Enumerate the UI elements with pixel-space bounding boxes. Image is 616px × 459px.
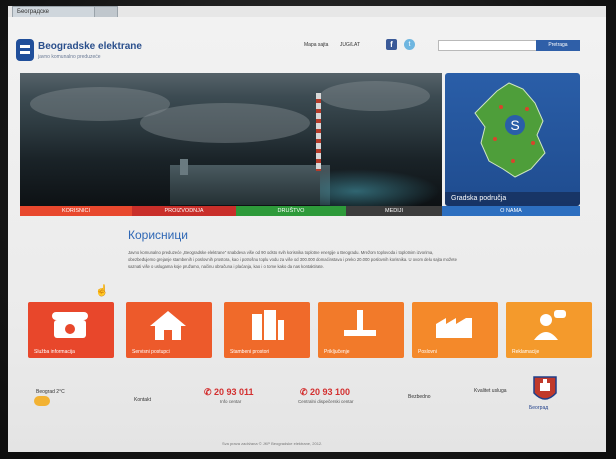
- page-title: Корисници: [128, 228, 188, 242]
- facebook-icon[interactable]: f: [386, 39, 397, 50]
- logo-subtitle: javno komunalno preduzeće: [38, 54, 101, 60]
- mouse-cursor-icon: ☝: [95, 285, 109, 297]
- tile-label: Reklamacije: [512, 349, 540, 355]
- phone-dispatch[interactable]: 20 93 100: [310, 387, 350, 397]
- phone-info-center-label: Info centar: [220, 399, 242, 404]
- service-tiles: Služba informacija Servisni postupci Sta…: [28, 302, 592, 358]
- map-caption: Gradska područja: [445, 192, 580, 206]
- tile-label: Servisni postupci: [132, 349, 170, 355]
- beograd-label: Београд: [529, 405, 549, 411]
- new-tab-button[interactable]: [94, 6, 118, 17]
- monitor-frame: Београдске Beogradske elektrane javno ko…: [0, 0, 616, 459]
- factory-icon: [436, 318, 472, 338]
- tile-label: Stambeni prostori: [230, 349, 270, 355]
- telephone-icon: [52, 312, 88, 338]
- main-nav: KORISNICI PROIZVODNJA DRUŠTVO MEDIJI O N…: [20, 206, 580, 216]
- phone-dispatch-label: Centralni dispečerski centar: [298, 399, 354, 404]
- svg-text:S: S: [510, 117, 519, 133]
- region-map-icon: S: [474, 82, 546, 178]
- footer-link-kvalitet[interactable]: Kvalitet usluga: [474, 388, 507, 394]
- buildings-icon: [252, 310, 284, 340]
- intro-paragraph: Javno komunalno preduzeće „Beogradske el…: [128, 250, 457, 269]
- footer-link-bezbedno[interactable]: Bezbedno: [408, 394, 431, 400]
- tile-reklamacije[interactable]: Reklamacije: [506, 302, 592, 358]
- tile-poslovni[interactable]: Poslovni: [412, 302, 498, 358]
- nav-drustvo[interactable]: DRUŠTVO: [236, 206, 346, 216]
- cloud: [140, 103, 310, 143]
- tile-sluzba-informacija[interactable]: Služba informacija: [28, 302, 114, 358]
- map-panel[interactable]: S Gradska područja: [445, 73, 580, 206]
- phone-icon: ✆: [300, 387, 308, 397]
- person-chat-icon: [534, 310, 566, 340]
- cloud: [320, 81, 430, 111]
- building: [180, 159, 188, 175]
- tile-servisni-postupci[interactable]: Servisni postupci: [126, 302, 212, 358]
- twitter-icon[interactable]: t: [404, 39, 415, 50]
- contact-link[interactable]: Kontakt: [134, 397, 151, 403]
- city-silhouette: [170, 165, 330, 205]
- tile-label: Priključenje: [324, 349, 350, 355]
- phone-icon: ✆: [204, 387, 212, 397]
- logo-text: Beogradske elektrane: [38, 41, 142, 52]
- nav-mediji[interactable]: MEDIJI: [346, 206, 442, 216]
- phone-info-center[interactable]: 20 93 011: [214, 387, 254, 397]
- sun-cloud-icon: [34, 396, 50, 406]
- copyright: Sva prava zadržana © JKP Beogradske elek…: [222, 441, 323, 446]
- tile-label: Poslovni: [418, 349, 437, 355]
- site-logo[interactable]: Beogradske elektrane javno komunalno pre…: [16, 39, 166, 69]
- browser-tab[interactable]: Београдске: [12, 6, 96, 17]
- web-page: Beogradske elektrane javno komunalno pre…: [8, 17, 606, 452]
- weather-widget: Beograd 2°C: [36, 389, 65, 395]
- hero-banner[interactable]: [20, 73, 442, 206]
- search-input[interactable]: [438, 40, 542, 51]
- nav-korisnici[interactable]: KORISNICI: [20, 206, 132, 216]
- language-link[interactable]: JUG/LAT: [340, 42, 360, 48]
- logo-mark-icon: [16, 39, 34, 61]
- sitemap-link[interactable]: Mapa sajta: [304, 42, 328, 48]
- nav-o-nama[interactable]: O NAMA: [442, 206, 580, 216]
- search-button[interactable]: Pretraga: [536, 40, 580, 51]
- chimney: [316, 93, 321, 171]
- pipe-icon: [344, 310, 376, 336]
- top-links: Mapa sajta JUG/LAT: [304, 42, 370, 48]
- screen: Београдске Beogradske elektrane javno ko…: [8, 6, 606, 452]
- tile-prikljucenje[interactable]: Priključenje: [318, 302, 404, 358]
- hero-glow: [320, 169, 440, 206]
- beograd-crest-icon[interactable]: [528, 375, 562, 407]
- home-icon: [150, 311, 186, 340]
- tile-stambeni-prostori[interactable]: Stambeni prostori: [224, 302, 310, 358]
- tile-label: Služba informacija: [34, 349, 75, 355]
- nav-proizvodnja[interactable]: PROIZVODNJA: [132, 206, 236, 216]
